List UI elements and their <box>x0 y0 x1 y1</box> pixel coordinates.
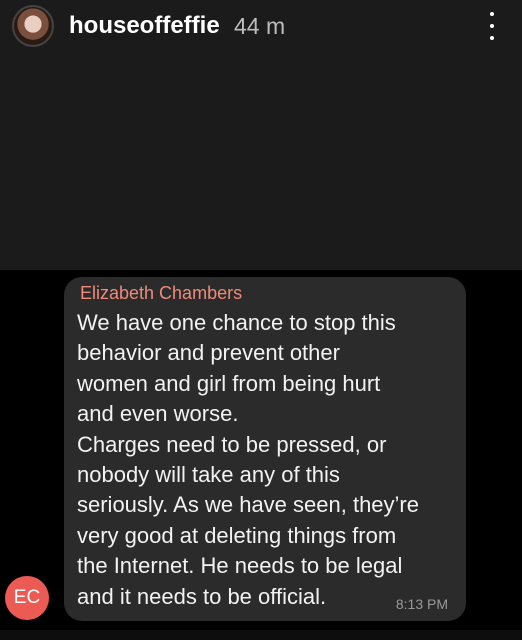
dot-icon <box>490 36 494 40</box>
profile-avatar[interactable] <box>12 5 54 47</box>
avatar-initials: EC <box>13 587 41 608</box>
dot-icon <box>490 24 494 28</box>
post-time: 44 m <box>234 13 286 39</box>
story-header: houseoffeffie 44 m <box>0 0 522 54</box>
more-options-button[interactable] <box>480 12 504 40</box>
message-text: We have one chance to stop this behavior… <box>77 310 419 609</box>
sender-avatar: EC <box>5 576 49 620</box>
username[interactable]: houseoffeffie <box>69 12 220 40</box>
bottom-edge <box>0 630 522 640</box>
message-bubble: Elizabeth Chambers We have one chance to… <box>64 277 466 621</box>
message-time: 8:13 PM <box>395 596 448 612</box>
dot-icon <box>490 12 494 16</box>
sender-name: Elizabeth Chambers <box>80 283 243 303</box>
